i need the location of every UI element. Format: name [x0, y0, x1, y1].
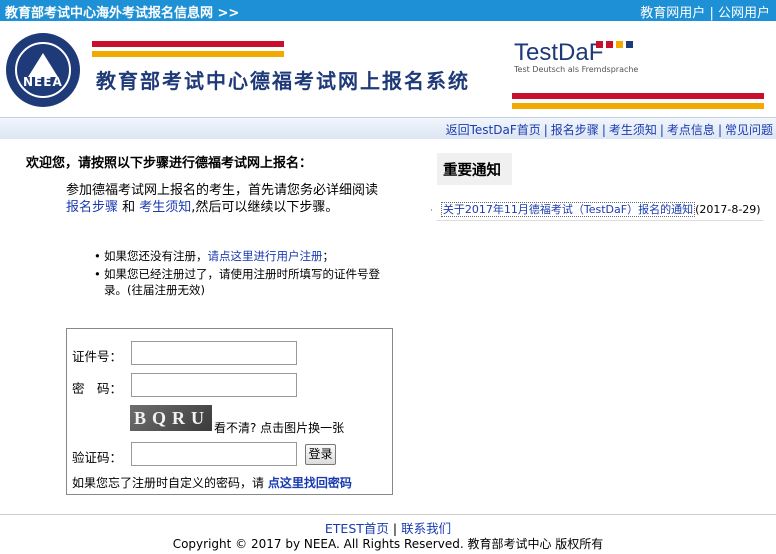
footer-divider: [0, 514, 776, 515]
contact-us-link[interactable]: 联系我们: [401, 521, 451, 536]
welcome-heading: 欢迎您，请按照以下步骤进行德福考试网上报名：: [26, 156, 313, 171]
instruction-list: 如果您还没有注册，请点这里进行用户注册； 如果您已经注册过了，请使用注册时所填写…: [94, 248, 380, 300]
captcha-code-input[interactable]: [131, 442, 297, 466]
nav-links: 返回TestDaF首页 | 报名步骤 | 考生须知 | 考点信息 | 常见问题: [445, 123, 773, 137]
bullet-icon: ·: [430, 206, 433, 216]
nav-testdaf-home[interactable]: 返回TestDaF首页: [446, 123, 541, 137]
important-notice-heading: 重要通知: [437, 153, 512, 185]
public-network-user-link[interactable]: 公网用户: [718, 6, 770, 21]
intro-text: 参加德福考试网上报名的考生，首先请您务必详细阅读 报名步骤 和 考生须知,然后可…: [66, 183, 379, 215]
candidate-notice-link[interactable]: 考生须知: [139, 200, 191, 215]
register-link[interactable]: 请点这里进行用户注册: [208, 249, 323, 263]
login-button[interactable]: 登录: [305, 444, 336, 465]
copyright-text: Copyright © 2017 by NEEA. All Rights Res…: [172, 537, 604, 551]
testdaf-square-icon: [596, 41, 603, 48]
captcha-image[interactable]: BQRU: [130, 405, 212, 431]
id-number-label: 证件号：: [72, 349, 123, 364]
top-bar: 教育部考试中心海外考试报名信息网 >> 教育网用户 | 公网用户: [0, 0, 776, 21]
forgot-password-line: 如果您忘了注册时自定义的密码，请 点这里找回密码: [72, 476, 352, 490]
decor-stripe-yellow: [512, 103, 764, 109]
network-links: 教育网用户 | 公网用户: [640, 2, 770, 21]
nav-registration-steps[interactable]: 报名步骤: [551, 123, 599, 137]
neea-logo: NEEA: [6, 33, 80, 107]
password-input[interactable]: [131, 373, 297, 397]
testdaf-square-icon: [626, 41, 633, 48]
testdaf-square-icon: [606, 41, 613, 48]
decor-stripe-yellow: [92, 51, 284, 57]
captcha-code-label: 验证码：: [72, 450, 123, 465]
decor-stripe-red: [512, 93, 764, 99]
list-item: 如果您还没有注册，请点这里进行用户注册；: [94, 248, 380, 264]
site-title[interactable]: 教育部考试中心海外考试报名信息网 >>: [5, 2, 239, 21]
password-label: 密 码：: [72, 381, 123, 396]
list-item: 如果您已经注册过了，请使用注册时所填写的证件号登录。(往届注册无效): [94, 266, 380, 298]
header-banner: NEEA 教育部考试中心德福考试网上报名系统 TestDaF Test Deut…: [0, 21, 776, 117]
registration-steps-link[interactable]: 报名步骤: [66, 200, 118, 215]
nav-faq[interactable]: 常见问题: [725, 123, 773, 137]
id-number-input[interactable]: [131, 341, 297, 365]
testdaf-subtitle: Test Deutsch als Fremdsprache: [514, 65, 639, 74]
captcha-refresh-tip: 看不清? 点击图片换一张: [214, 421, 345, 435]
logo-text: NEEA: [23, 75, 63, 89]
notice-date: (2017-8-29): [695, 203, 761, 216]
system-title: 教育部考试中心德福考试网上报名系统: [96, 69, 470, 93]
forgot-password-link[interactable]: 点这里找回密码: [268, 476, 352, 490]
login-form: 证件号： 密 码： BQRU 看不清? 点击图片换一张 验证码： 登录 如果您忘…: [66, 328, 393, 495]
nav-candidate-notice[interactable]: 考生须知: [609, 123, 657, 137]
topbar-separator: |: [709, 6, 714, 21]
etest-home-link[interactable]: ETEST首页: [325, 521, 389, 536]
nav-bar: 返回TestDaF首页 | 报名步骤 | 考生须知 | 考点信息 | 常见问题: [0, 117, 776, 139]
notice-link[interactable]: 关于2017年11月德福考试（TestDaF）报名的通知: [440, 202, 696, 217]
testdaf-square-icon: [616, 41, 623, 48]
notice-divider: [437, 220, 763, 221]
nav-test-center-info[interactable]: 考点信息: [667, 123, 715, 137]
notice-item: · 关于2017年11月德福考试（TestDaF）报名的通知 (2017-8-29): [430, 201, 761, 217]
decor-stripe-red: [92, 41, 284, 47]
edu-network-user-link[interactable]: 教育网用户: [640, 6, 705, 21]
